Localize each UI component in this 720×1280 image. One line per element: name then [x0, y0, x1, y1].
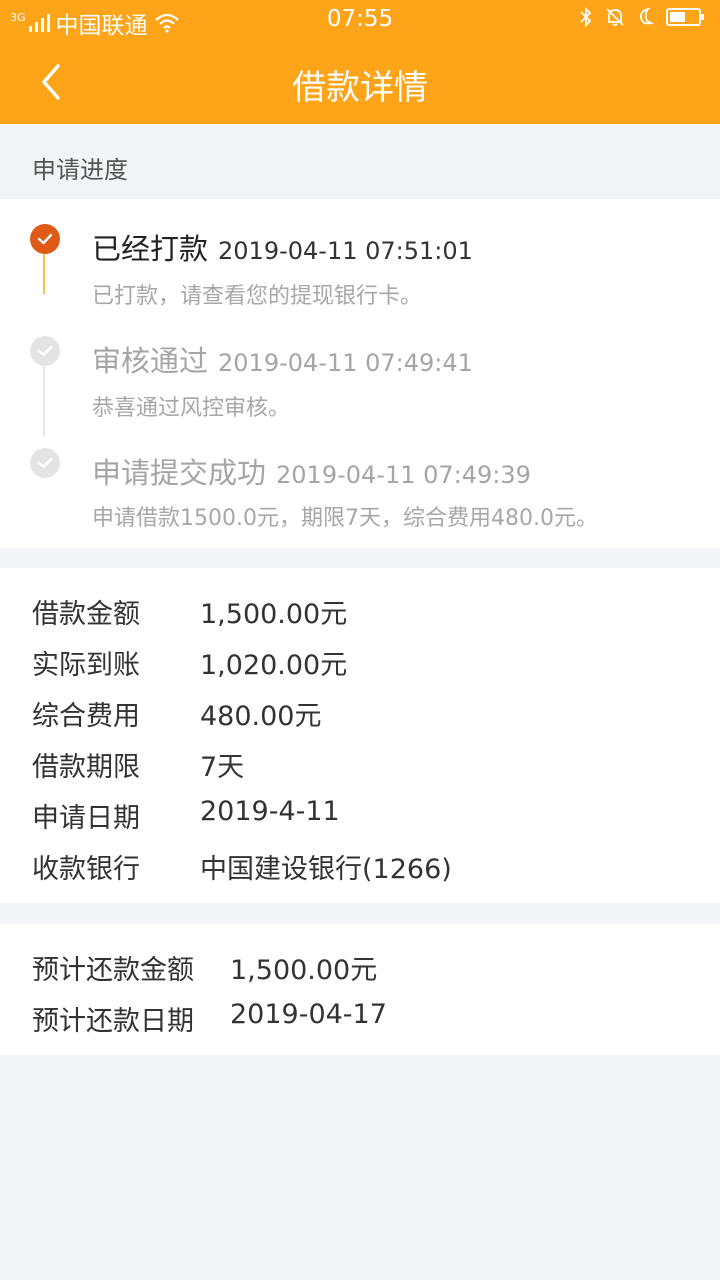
bluetooth-icon	[580, 6, 592, 28]
info-row-apply-date: 申请日期 2019-4-11	[32, 796, 340, 835]
repay-value: 2019-04-17	[230, 999, 387, 1030]
info-value: 1,500.00元	[200, 599, 348, 630]
info-label: 综合费用	[32, 701, 140, 732]
info-row-bank: 收款银行 中国建设银行(1266)	[32, 847, 452, 886]
step-description: 恭喜通过风控审核。	[92, 396, 291, 421]
info-label: 收款银行	[32, 854, 140, 885]
timeline-connector	[43, 366, 45, 436]
step-description: 申请借款1500.0元，期限7天，综合费用480.0元。	[92, 506, 598, 531]
step-time: 2019-04-11 07:49:39	[276, 461, 531, 489]
step-check-icon	[30, 336, 60, 366]
repay-row-date: 预计还款日期 2019-04-17	[32, 999, 387, 1038]
info-value: 2019-4-11	[200, 796, 340, 827]
page-title: 借款详情	[292, 68, 428, 108]
battery-icon	[666, 8, 704, 26]
step-title-text: 已经打款	[92, 232, 209, 266]
step-check-icon	[30, 448, 60, 478]
info-label: 借款期限	[32, 752, 140, 783]
repay-value: 1,500.00元	[230, 955, 378, 986]
info-label: 实际到账	[32, 650, 140, 681]
app-header: 3G 中国联通 07:55 借款详情	[0, 0, 720, 124]
repay-row-amount: 预计还款金额 1,500.00元	[32, 948, 377, 987]
info-row-amount: 借款金额 1,500.00元	[32, 592, 347, 631]
info-label: 申请日期	[32, 803, 140, 834]
moon-icon	[639, 7, 655, 25]
step-done-check-icon	[30, 224, 60, 254]
status-bar-right	[578, 6, 706, 28]
info-value: 中国建设银行(1266)	[200, 854, 452, 885]
mute-bell-icon	[606, 8, 624, 26]
progress-section-title: 申请进度	[32, 156, 128, 184]
step-time: 2019-04-11 07:51:01	[218, 237, 473, 265]
repay-label: 预计还款日期	[32, 1006, 194, 1037]
timeline-connector	[43, 254, 45, 294]
info-row-received: 实际到账 1,020.00元	[32, 643, 347, 682]
step-title: 已经打款 2019-04-11 07:51:01	[92, 226, 473, 268]
info-value: 480.00元	[200, 701, 322, 732]
info-label: 借款金额	[32, 599, 140, 630]
step-title-text: 申请提交成功	[92, 456, 267, 490]
info-row-term: 借款期限 7天	[32, 745, 244, 784]
step-title-text: 审核通过	[92, 344, 209, 378]
info-value: 1,020.00元	[200, 650, 348, 681]
status-bar: 3G 中国联通 07:55	[0, 0, 720, 40]
step-description: 已打款，请查看您的提现银行卡。	[92, 284, 423, 309]
step-title: 申请提交成功 2019-04-11 07:49:39	[92, 450, 531, 492]
navigation-bar: 借款详情	[0, 40, 720, 124]
step-time: 2019-04-11 07:49:41	[218, 349, 473, 377]
info-row-fee: 综合费用 480.00元	[32, 694, 321, 733]
step-title: 审核通过 2019-04-11 07:49:41	[92, 338, 473, 380]
repay-label: 预计还款金额	[32, 955, 194, 986]
info-value: 7天	[200, 752, 245, 783]
